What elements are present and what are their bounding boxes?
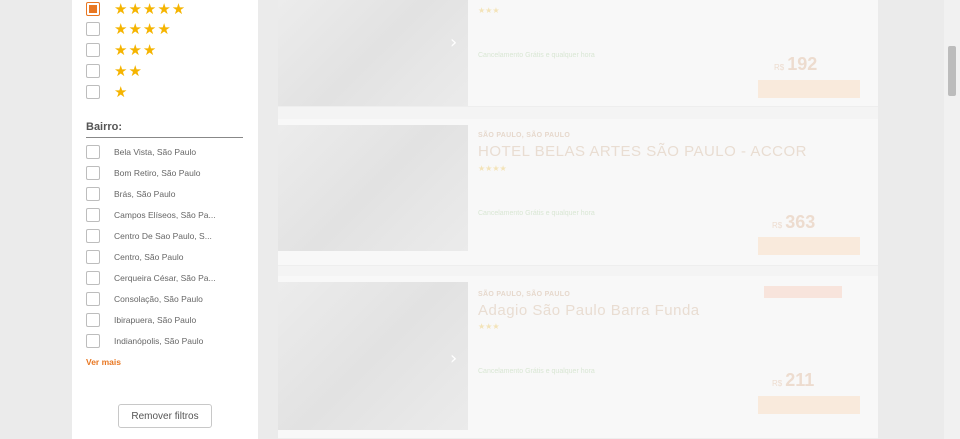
neighborhood-filter-consolacao[interactable]: Consolação, São Paulo <box>86 291 203 307</box>
view-hotel-button[interactable] <box>758 80 860 98</box>
filter-sidebar: ★★★★★ ★★★★ ★★★ ★★ ★ Bairro: Bela Vista, … <box>72 0 258 439</box>
chevron-right-icon[interactable]: › <box>450 32 457 53</box>
hotel-stars: ★★★★ <box>478 164 507 173</box>
neighborhood-filter-bom-retiro[interactable]: Bom Retiro, São Paulo <box>86 165 200 181</box>
star-filter-1-checkbox[interactable] <box>86 85 100 99</box>
promo-badge <box>764 286 842 298</box>
hotel-photo[interactable] <box>278 125 468 251</box>
neighborhood-checkbox[interactable] <box>86 334 100 348</box>
neighborhood-checkbox[interactable] <box>86 250 100 264</box>
scrollbar-thumb[interactable] <box>948 46 956 96</box>
hotel-price: R$ 363 <box>772 212 815 233</box>
neighborhood-title: Bairro: <box>86 121 243 138</box>
hotel-location: SÃO PAULO, SÃO PAULO <box>478 291 571 298</box>
star-filter-5[interactable]: ★★★★★ <box>86 0 186 18</box>
see-more-link[interactable]: Ver mais <box>86 357 121 367</box>
remove-filters-button[interactable]: Remover filtros <box>118 404 212 428</box>
neighborhood-label: Bela Vista, São Paulo <box>114 147 197 157</box>
neighborhood-checkbox[interactable] <box>86 313 100 327</box>
neighborhood-filter-campos-eliseos[interactable]: Campos Elíseos, São Pa... <box>86 207 216 223</box>
neighborhood-label: Cerqueira César, São Pa... <box>114 273 216 283</box>
hotel-stars: ★★★ <box>478 322 500 331</box>
price-value: 363 <box>785 212 816 232</box>
neighborhood-label: Centro, São Paulo <box>114 252 184 262</box>
hotel-price: R$ 192 <box>774 54 817 75</box>
hotel-name[interactable]: HOTEL BELAS ARTES SÃO PAULO - ACCOR <box>478 143 807 160</box>
chevron-right-icon[interactable]: › <box>450 348 457 369</box>
star-filter-4-checkbox[interactable] <box>86 22 100 36</box>
neighborhood-checkbox[interactable] <box>86 208 100 222</box>
neighborhood-label: Ibirapuera, São Paulo <box>114 315 197 325</box>
hotel-photo[interactable] <box>278 0 468 106</box>
neighborhood-checkbox[interactable] <box>86 187 100 201</box>
star-filter-5-checkbox[interactable] <box>86 2 100 16</box>
price-currency: R$ <box>772 221 783 230</box>
cancellation-note: Cancelamento Grátis e qualquer hora <box>478 368 595 375</box>
hotel-name[interactable]: Adagio São Paulo Barra Funda <box>478 302 700 319</box>
neighborhood-label: Campos Elíseos, São Pa... <box>114 210 216 220</box>
star-rating-1: ★ <box>114 83 129 101</box>
neighborhood-filter-ibirapuera[interactable]: Ibirapuera, São Paulo <box>86 312 196 328</box>
price-currency: R$ <box>772 379 783 388</box>
hotel-price: R$ 211 <box>772 370 814 391</box>
neighborhood-label: Centro De Sao Paulo, S... <box>114 231 212 241</box>
star-rating-5: ★★★★★ <box>114 0 187 18</box>
results-list: › ★★★ Cancelamento Grátis e qualquer hor… <box>278 0 878 439</box>
star-filter-3[interactable]: ★★★ <box>86 41 157 59</box>
star-filter-2-checkbox[interactable] <box>86 64 100 78</box>
neighborhood-checkbox[interactable] <box>86 271 100 285</box>
neighborhood-filter-cerqueira-cesar[interactable]: Cerqueira César, São Pa... <box>86 270 216 286</box>
star-rating-3: ★★★ <box>114 41 158 59</box>
neighborhood-filter-indianopolis[interactable]: Indianópolis, São Paulo <box>86 333 203 349</box>
star-filter-4[interactable]: ★★★★ <box>86 20 172 38</box>
hotel-location: SÃO PAULO, SÃO PAULO <box>478 132 571 139</box>
hotel-stars: ★★★ <box>478 6 500 15</box>
neighborhood-filter-centro-de-sao-paulo[interactable]: Centro De Sao Paulo, S... <box>86 228 212 244</box>
star-filter-2[interactable]: ★★ <box>86 62 143 80</box>
price-value: 192 <box>787 54 818 74</box>
neighborhood-checkbox[interactable] <box>86 292 100 306</box>
neighborhood-filter-bela-vista[interactable]: Bela Vista, São Paulo <box>86 144 196 160</box>
hotel-photo[interactable] <box>278 282 468 430</box>
neighborhood-label: Consolação, São Paulo <box>114 294 203 304</box>
hotel-card[interactable]: SÃO PAULO, SÃO PAULO HOTEL BELAS ARTES S… <box>278 119 878 266</box>
star-filter-1[interactable]: ★ <box>86 83 128 101</box>
cancellation-note: Cancelamento Grátis e qualquer hora <box>478 52 595 59</box>
view-hotel-button[interactable] <box>758 237 860 255</box>
star-rating-2: ★★ <box>114 62 143 80</box>
neighborhood-filter-centro[interactable]: Centro, São Paulo <box>86 249 183 265</box>
price-currency: R$ <box>774 63 785 72</box>
star-filter-3-checkbox[interactable] <box>86 43 100 57</box>
hotel-card[interactable]: › ★★★ Cancelamento Grátis e qualquer hor… <box>278 0 878 107</box>
star-rating-4: ★★★★ <box>114 20 172 38</box>
cancellation-note: Cancelamento Grátis e qualquer hora <box>478 210 595 217</box>
view-hotel-button[interactable] <box>758 396 860 414</box>
neighborhood-label: Indianópolis, São Paulo <box>114 336 204 346</box>
page-scrollbar[interactable] <box>944 0 960 439</box>
neighborhood-checkbox[interactable] <box>86 229 100 243</box>
neighborhood-checkbox[interactable] <box>86 166 100 180</box>
neighborhood-label: Bom Retiro, São Paulo <box>114 168 201 178</box>
neighborhood-checkbox[interactable] <box>86 145 100 159</box>
neighborhood-label: Brás, São Paulo <box>114 189 176 199</box>
price-value: 211 <box>785 370 815 390</box>
neighborhood-filter-bras[interactable]: Brás, São Paulo <box>86 186 175 202</box>
hotel-card[interactable]: › SÃO PAULO, SÃO PAULO Adagio São Paulo … <box>278 276 878 439</box>
